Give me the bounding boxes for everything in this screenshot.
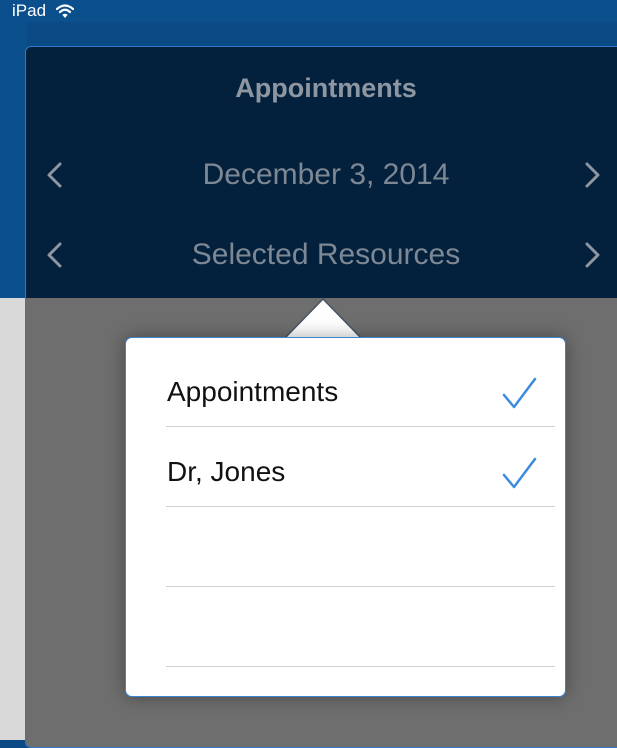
list-item-label: Appointments: [167, 376, 339, 407]
checkmark-icon: [502, 457, 537, 489]
device-name: iPad: [12, 1, 47, 20]
checkmark-icon: [502, 377, 537, 409]
popover-arrow: [285, 297, 361, 339]
list-item-appointments[interactable]: Appointments: [166, 346, 555, 427]
list-item-label: Dr, Jones: [167, 456, 286, 487]
date-navigator: December 3, 2014: [26, 155, 617, 195]
background-left-lower: [0, 298, 25, 740]
page-title: Appointments: [235, 73, 417, 103]
background-left: [0, 22, 27, 298]
resources-popover: Appointments Dr, Jones: [125, 337, 566, 697]
chevron-right-icon[interactable]: [584, 161, 602, 189]
resources-navigator: Selected Resources: [26, 235, 617, 275]
list-item-empty[interactable]: [166, 586, 555, 667]
status-bar: iPad: [0, 0, 617, 22]
modal-header: Appointments December 3, 2014 Selected R…: [26, 47, 617, 298]
wifi-icon: [56, 4, 74, 18]
resources-label[interactable]: Selected Resources: [26, 238, 617, 272]
chevron-right-icon[interactable]: [584, 241, 602, 269]
date-label: December 3, 2014: [202, 158, 450, 191]
list-item-dr-jones[interactable]: Dr, Jones: [166, 426, 555, 507]
list-item-empty[interactable]: [166, 506, 555, 587]
